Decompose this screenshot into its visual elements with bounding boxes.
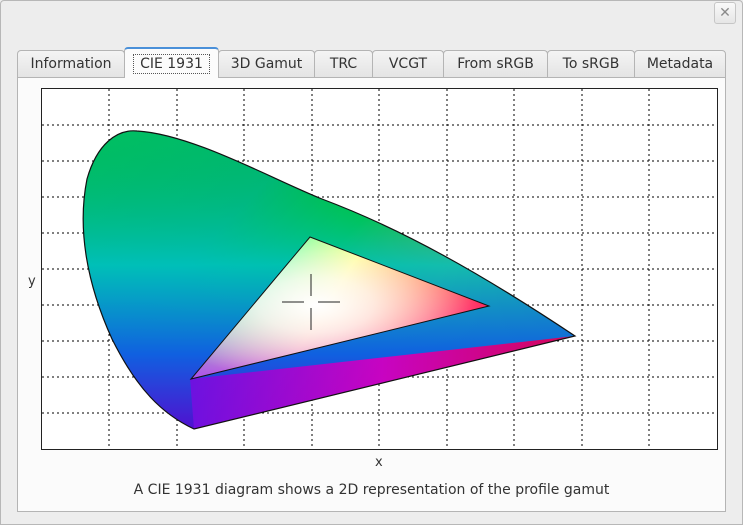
diagram-caption: A CIE 1931 diagram shows a 2D representa… [133, 482, 610, 498]
tab-3d-gamut[interactable]: 3D Gamut [218, 50, 315, 77]
tab-label: To sRGB [562, 56, 620, 72]
tab-vcgt[interactable]: VCGT [372, 50, 444, 77]
tab-metadata[interactable]: Metadata [634, 50, 726, 77]
tab-label: TRC [329, 56, 358, 72]
tab-to-srgb[interactable]: To sRGB [547, 50, 635, 77]
tab-label: Information [30, 56, 112, 72]
profile-viewer-window: ✕ Information CIE 1931 3D Gamut TRC VCGT… [0, 0, 743, 525]
close-button[interactable]: ✕ [714, 2, 736, 24]
cie-1931-tab-panel: y x A CIE 1931 diagram shows a 2D repres… [17, 77, 726, 512]
close-icon: ✕ [719, 5, 731, 21]
tab-label: VCGT [388, 56, 428, 72]
tab-bar: Information CIE 1931 3D Gamut TRC VCGT F… [17, 47, 726, 78]
cie-diagram-svg [42, 89, 717, 449]
x-axis-label: x [375, 455, 383, 470]
tab-label: Metadata [646, 56, 714, 72]
tab-cie-1931[interactable]: CIE 1931 [124, 47, 219, 78]
tab-label: CIE 1931 [133, 53, 210, 74]
tab-label: From sRGB [457, 56, 534, 72]
tab-information[interactable]: Information [17, 50, 125, 77]
cie-diagram-plot [41, 88, 718, 450]
y-axis-label: y [28, 274, 36, 289]
tab-from-srgb[interactable]: From sRGB [443, 50, 548, 77]
tab-trc[interactable]: TRC [314, 50, 373, 77]
tab-label: 3D Gamut [230, 56, 303, 72]
